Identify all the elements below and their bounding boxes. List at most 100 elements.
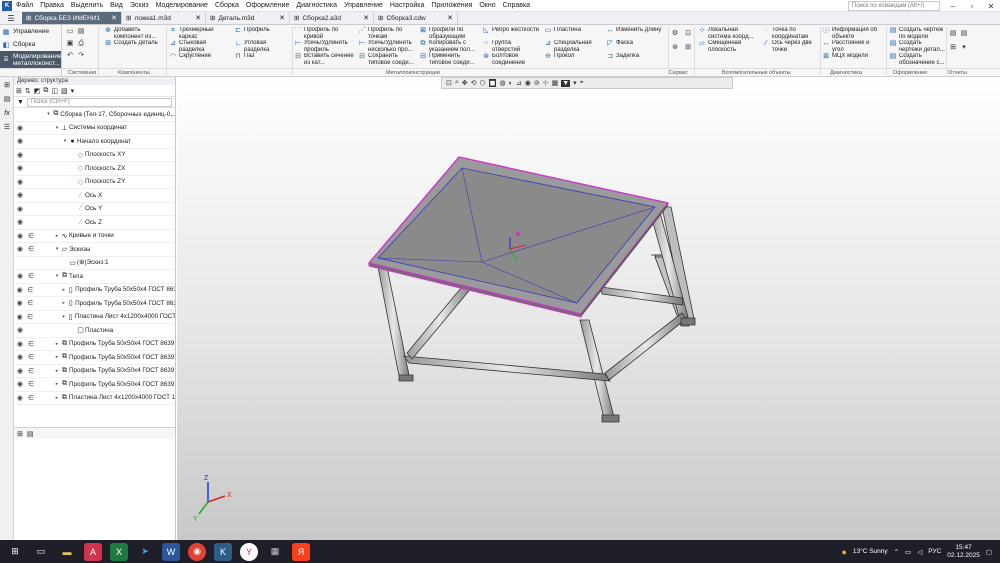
ribbon-command-button[interactable]: ⊓ Паз (234, 53, 289, 61)
include-icon[interactable]: ∈ (25, 313, 34, 321)
ribbon-command-button[interactable]: ⊖ Прокол (544, 53, 602, 61)
visibility-eye-icon[interactable]: ◉ (14, 340, 26, 348)
tree-row[interactable]: ◉ ⁄ Ось Z (14, 216, 175, 230)
include-icon[interactable]: ∈ (26, 232, 36, 240)
weather-text[interactable]: 13°C Sunny (853, 548, 888, 555)
report-tool-icon[interactable]: ▾ (960, 43, 968, 51)
ribbon-command-button[interactable]: ∟ Угловая разделка (234, 40, 289, 53)
include-icon[interactable]: ∈ (25, 299, 34, 307)
include-icon[interactable]: ∈ (26, 394, 36, 402)
ribbon-command-button[interactable]: ▤ Создать чертеж по модели (889, 27, 945, 40)
menu-item[interactable]: Справка (503, 2, 530, 9)
undo-icon[interactable]: ↶ (66, 52, 74, 60)
visibility-eye-icon[interactable]: ◉ (14, 164, 26, 172)
include-icon[interactable]: ∈ (26, 245, 36, 253)
filter-view-icon[interactable]: ◩ (34, 87, 41, 95)
visibility-eye-icon[interactable]: ◉ (14, 151, 26, 159)
yandex-browser-icon[interactable]: Y (240, 542, 258, 561)
network-icon[interactable]: ▭ (905, 548, 911, 556)
close-tab-icon[interactable]: ✕ (105, 14, 117, 22)
bodies-filter-icon[interactable]: ◫ (51, 87, 58, 95)
report-tool-icon[interactable]: ▤ (949, 29, 957, 37)
ribbon-command-button[interactable]: ⊏ Профиль (234, 27, 289, 35)
notifications-icon[interactable]: ▢ (986, 548, 992, 556)
ribbon-command-button[interactable]: ⊞ Создать деталь (104, 40, 166, 48)
ribbon-command-button[interactable]: ⊠ Профили по образующим (419, 27, 479, 40)
ribbon-command-button[interactable]: ⁄ Ось через две точки (762, 40, 820, 53)
visibility-eye-icon[interactable]: ◉ (14, 191, 26, 199)
menu-item[interactable]: Выделить (71, 2, 103, 9)
close-tab-icon[interactable]: ✕ (357, 14, 369, 22)
tree-row[interactable]: ◉ ▾ ⊥ Системы координат (14, 122, 175, 135)
ribbon-command-button[interactable]: ▤ Создать чертежи детал... (889, 40, 945, 53)
visibility-eye-icon[interactable]: ◉ (14, 137, 26, 145)
ribbon-command-button[interactable]: ↔ Изменить длину (606, 27, 668, 35)
ribbon-command-button[interactable]: ⊟ Вставить сечение из кат... (294, 53, 356, 66)
sketches-filter-icon[interactable]: ▧ (61, 87, 68, 95)
yandex-icon[interactable]: Я (292, 542, 310, 561)
command-search-input[interactable]: Поиск по командам (Alt+/) (848, 1, 940, 11)
include-icon[interactable]: ∈ (26, 272, 36, 280)
menu-item[interactable]: Сборка (215, 2, 239, 9)
ribbon-command-button[interactable]: ⌗ Трехмерный каркас (169, 27, 231, 40)
menu-item[interactable]: Вид (110, 2, 123, 9)
menu-item[interactable]: Окно (479, 2, 495, 9)
tree-row[interactable]: ◉ ∈ ▸ ▯ Профиль Труба 50x50x4 ГОСТ 8639 (14, 284, 175, 297)
document-tab[interactable]: ⊞ Сборка2.a3d ✕ (290, 12, 374, 24)
ribbon-command-button[interactable]: ◺ Ребро жесткости (482, 27, 540, 35)
include-icon[interactable]: ∈ (25, 286, 34, 294)
filter-icon[interactable]: ▼ (17, 99, 24, 106)
visibility-eye-icon[interactable]: ◉ (14, 218, 26, 226)
include-icon[interactable]: ∈ (26, 353, 36, 361)
tree-row[interactable]: ◉ ⁄ Ось Y (14, 203, 175, 216)
service-tool-icon[interactable]: ⊛ (671, 43, 679, 51)
ribbon-command-button[interactable]: ⊠ МЦХ модели (822, 53, 880, 61)
document-tab[interactable]: ⊞ Деталь.m3d ✕ (206, 12, 290, 24)
tree-row[interactable]: ◉ ∈ ▸ ⧉ Профиль Труба 50x50x4 ГОСТ 8639 (14, 351, 175, 365)
ribbon-command-button[interactable]: ⊿ Стыковая разделка (169, 40, 231, 53)
tree-row[interactable]: ◉ ∈ ▾ ▯ Пластина Лист 4x1200x4000 ГОСТ 1 (14, 311, 175, 324)
visibility-eye-icon[interactable]: ◉ (14, 178, 26, 186)
mode-tab-assembly[interactable]: ◧ Сборка (0, 38, 61, 51)
menu-item[interactable]: Моделирование (156, 2, 208, 9)
service-tool-icon[interactable]: ⚙ (671, 29, 679, 37)
print-icon[interactable]: ⎙ (77, 40, 85, 48)
ribbon-command-button[interactable]: ⊢ Усечь/Удлинить несколько про... (358, 40, 416, 53)
new-doc-icon[interactable]: ▭ (66, 28, 74, 36)
structure-tree-icon[interactable]: ⊞ (16, 87, 22, 95)
components-icon[interactable]: ⧉ (43, 87, 48, 95)
ribbon-command-button[interactable]: ⊢ Усечь/Удлинить профиль (294, 40, 356, 53)
file-explorer-icon[interactable]: ▬ (58, 543, 76, 561)
calculator-icon[interactable]: ▦ (266, 543, 284, 561)
tree-tab-icon[interactable]: ⊞ (17, 430, 23, 438)
ribbon-command-button[interactable]: ⊟ Применить типовое соеди... (419, 53, 479, 66)
menu-item[interactable]: Эскиз (130, 2, 149, 9)
ribbon-command-button[interactable]: ⓘ Информация об объекте (822, 27, 880, 40)
visibility-eye-icon[interactable]: ◉ (14, 313, 25, 321)
menu-item[interactable]: Файл (16, 2, 33, 9)
report-tool-icon[interactable]: ▤ (960, 29, 968, 37)
kompas-taskbar-icon[interactable]: K (214, 542, 232, 561)
visibility-eye-icon[interactable]: ◉ (14, 353, 26, 361)
ribbon-command-button[interactable]: ⊕ Добавить компонент из... (104, 27, 166, 40)
menu-item[interactable]: Настройка (390, 2, 424, 9)
visibility-eye-icon[interactable]: ◉ (14, 205, 26, 213)
visibility-eye-icon[interactable]: ◉ (14, 232, 26, 240)
tree-panel-icon[interactable]: ⊞ (1, 79, 13, 91)
properties-tab-icon[interactable]: ▤ (27, 430, 34, 438)
menu-item[interactable]: Оформление (246, 2, 289, 9)
tree-row[interactable]: ◉ ∈ ▸ ▯ Профиль Труба 50x50x4 ГОСТ 8639 (14, 297, 175, 311)
tree-row[interactable]: ◉ ∈ ▾ ⧉ Тела (14, 270, 175, 284)
tree-row[interactable]: ◉ ∈ ▸ ⧉ Профиль Труба 50x50x4 ГОСТ 8639 (14, 378, 175, 392)
ribbon-command-button[interactable]: ◠ Скругление (169, 53, 231, 61)
task-view-icon[interactable]: ▭ (32, 543, 50, 561)
3d-viewport[interactable]: ⊡ ⌕ ✥ ⟲ ⬡ ◼ ◍ ◐ ⊿ ◉ ⊘ ⊹ ▦ ▼ ▾ ⌖ Z X Y (177, 77, 1000, 540)
mode-tab-metal-structures[interactable]: ⌸ Моделирование металлоконст... (0, 51, 62, 68)
menu-icon[interactable]: ☰ (1, 121, 13, 133)
tree-row[interactable]: ◉ ◇ Плоскость ZX (14, 162, 175, 176)
redo-icon[interactable]: ↷ (77, 52, 85, 60)
minimize-icon[interactable]: – (944, 0, 962, 12)
report-tool-icon[interactable]: ⊞ (949, 43, 957, 51)
word-icon[interactable]: W (162, 542, 180, 561)
maximize-icon[interactable]: ▫ (963, 0, 981, 12)
